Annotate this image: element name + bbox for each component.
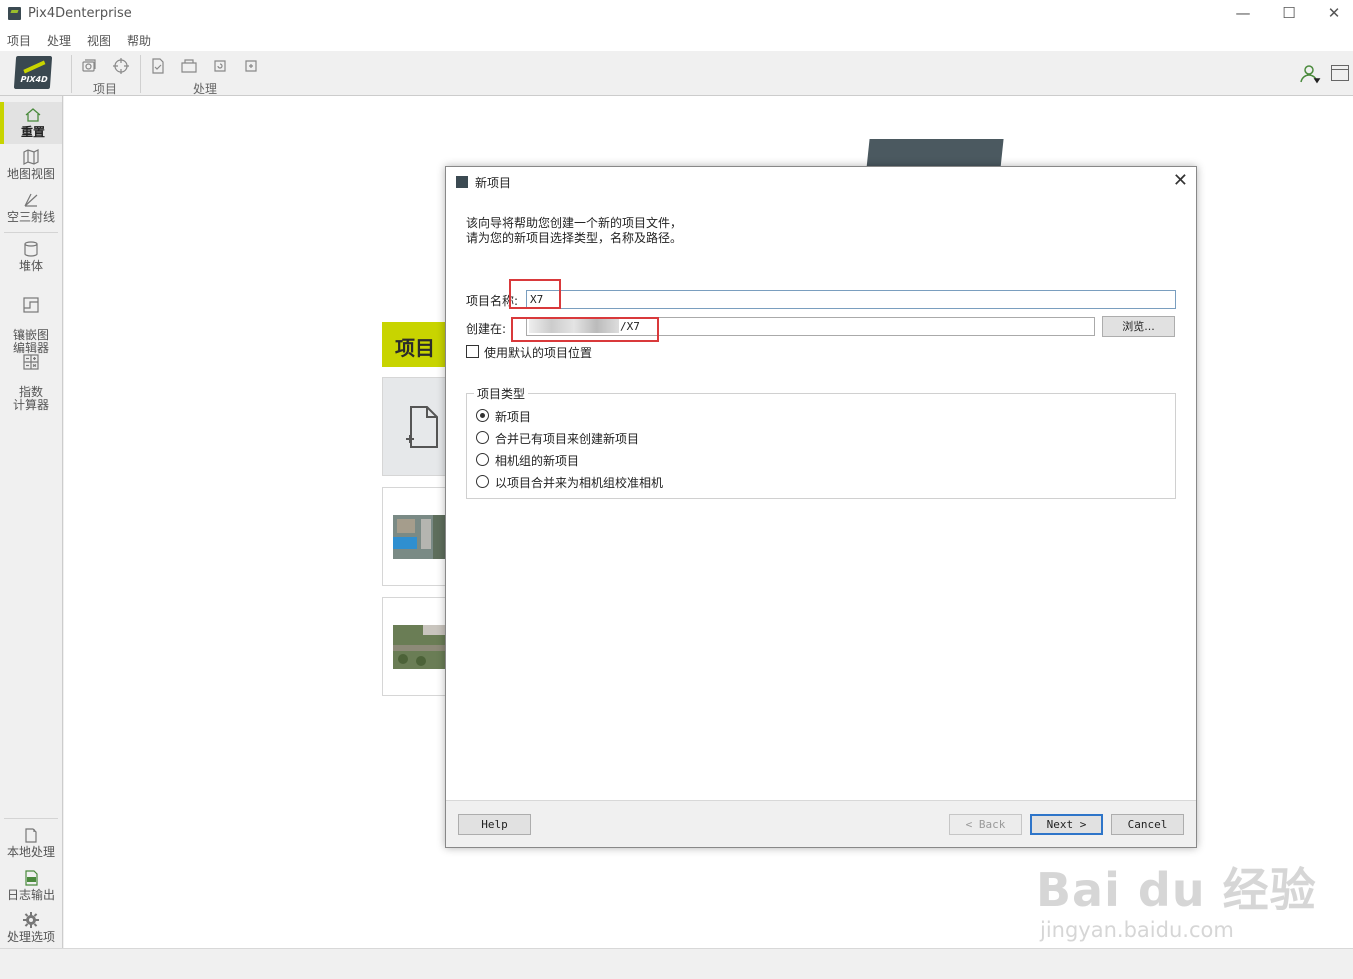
- title-bar: Pix4Denterprise — ☐ ✕: [0, 0, 1353, 28]
- recent-project-card[interactable]: [382, 597, 452, 696]
- toolbar: PIX4D 项目 处理: [0, 51, 1353, 96]
- browse-button[interactable]: 浏览...: [1102, 316, 1175, 337]
- sidebar-item-rays[interactable]: 空三射线: [0, 191, 62, 231]
- sidebar-item-map-view[interactable]: 地图视图: [0, 148, 62, 188]
- gear-icon: [23, 912, 39, 928]
- sidebar-item-label: 重置: [20, 125, 45, 139]
- sidebar-item-label: 本地处理: [6, 845, 55, 859]
- sidebar-item-reset[interactable]: 重置: [0, 102, 62, 144]
- app-icon: [8, 7, 21, 20]
- radio-label: 新项目: [495, 410, 532, 424]
- new-project-dialog: 新项目 ✕ 该向导将帮助您创建一个新的项目文件， 请为您的新项目选择类型，名称及…: [445, 166, 1197, 848]
- sidebar-item-label: 地图视图: [6, 167, 55, 181]
- aerial-thumbnail: [393, 515, 445, 559]
- sidebar-item-mosaic-editor[interactable]: 镶嵌图 编辑器: [0, 283, 62, 355]
- dialog-intro: 该向导将帮助您创建一个新的项目文件， 请为您的新项目选择类型，名称及路径。: [466, 216, 682, 246]
- help-button[interactable]: Help: [458, 814, 531, 835]
- cancel-button[interactable]: Cancel: [1111, 814, 1184, 835]
- window-title: Pix4Denterprise: [28, 6, 132, 21]
- close-window-button[interactable]: ✕: [1311, 2, 1353, 26]
- rays-icon: [24, 193, 38, 207]
- calculator-icon: [23, 354, 39, 370]
- sidebar-item-index-calculator[interactable]: 指数 计算器: [0, 340, 62, 412]
- menu-project[interactable]: 项目: [7, 32, 31, 49]
- sidebar-item-log[interactable]: 日志输出: [0, 869, 62, 907]
- back-button[interactable]: < Back: [949, 814, 1022, 835]
- sidebar-item-process-options[interactable]: 处理选项: [0, 911, 62, 949]
- annotation-box-location: [511, 317, 659, 342]
- project-section-label: 项目: [382, 322, 452, 367]
- sidebar-item-label: 日志输出: [6, 888, 55, 902]
- reload-icon[interactable]: [211, 57, 229, 75]
- intro-line-2: 请为您的新项目选择类型，名称及路径。: [466, 231, 683, 245]
- next-button[interactable]: Next >: [1030, 814, 1103, 835]
- menu-view[interactable]: 视图: [87, 32, 111, 49]
- radio-label: 相机组的新项目: [495, 454, 580, 468]
- toolbar-group-process: 处理: [193, 82, 218, 96]
- aerial-thumbnail: [393, 625, 445, 669]
- radio-label: 以项目合并来为相机组校准相机: [495, 476, 664, 490]
- home-icon: [25, 108, 41, 122]
- toolbar-group-project: 项目: [93, 82, 118, 96]
- sidebar-item-label: 空三射线: [6, 210, 55, 224]
- sidebar-item-local-process[interactable]: 本地处理: [0, 826, 62, 864]
- images-icon[interactable]: [80, 57, 98, 75]
- sidebar: 重置 地图视图 空三射线 堆体 镶嵌图 编辑器 指数 计算器 本地处理 日志输出…: [0, 96, 63, 948]
- radio-button[interactable]: [476, 453, 489, 466]
- local-process-icon: [25, 828, 37, 843]
- user-icon[interactable]: [1299, 63, 1321, 85]
- sidebar-item-volume[interactable]: 堆体: [0, 240, 62, 280]
- map-icon: [23, 149, 39, 165]
- default-location-label: 使用默认的项目位置: [484, 346, 593, 360]
- sidebar-divider: [4, 232, 58, 233]
- sidebar-divider: [4, 818, 58, 819]
- menu-help[interactable]: 帮助: [127, 32, 151, 49]
- minimize-button[interactable]: —: [1220, 2, 1266, 26]
- check-icon[interactable]: [149, 57, 167, 75]
- sidebar-item-label: 处理选项: [6, 930, 55, 944]
- menu-process[interactable]: 处理: [47, 32, 71, 49]
- background-banner: [866, 139, 1004, 169]
- status-bar: [0, 948, 1353, 979]
- project-type-title: 项目类型: [474, 385, 529, 402]
- radio-label: 合并已有项目来创建新项目: [495, 432, 640, 446]
- default-location-checkbox[interactable]: [466, 345, 479, 358]
- pix4d-logo: PIX4D: [13, 56, 53, 89]
- gcp-icon[interactable]: [112, 57, 130, 75]
- volume-icon: [24, 241, 38, 257]
- annotation-box-name: [509, 279, 561, 309]
- log-icon: [25, 870, 38, 886]
- sidebar-item-label: 堆体: [18, 259, 43, 273]
- radio-button[interactable]: [476, 475, 489, 488]
- dialog-footer: Help < Back Next > Cancel: [446, 800, 1196, 847]
- intro-line-1: 该向导将帮助您创建一个新的项目文件，: [466, 216, 683, 230]
- toolbar-separator: [71, 55, 72, 93]
- toolbar-separator: [140, 55, 141, 93]
- project-name-input[interactable]: X7: [526, 290, 1176, 309]
- menu-bar: 项目 处理 视图 帮助: [0, 28, 1353, 51]
- mosaic-icon: [23, 297, 39, 313]
- new-file-icon: [406, 406, 438, 448]
- dialog-title: 新项目: [475, 176, 512, 190]
- logo-text: PIX4D: [20, 75, 49, 84]
- open-folder-icon[interactable]: [180, 57, 198, 75]
- new-project-card[interactable]: [382, 377, 452, 476]
- sidebar-item-label: 指数 计算器: [12, 385, 49, 412]
- close-icon[interactable]: ✕: [1173, 170, 1188, 191]
- panel-toggle-icon[interactable]: [1331, 65, 1349, 81]
- radio-button[interactable]: [476, 409, 489, 422]
- maximize-button[interactable]: ☐: [1266, 2, 1312, 26]
- reprocess-icon[interactable]: [242, 57, 260, 75]
- location-label: 创建在:: [466, 322, 507, 336]
- recent-project-card[interactable]: [382, 487, 452, 586]
- radio-button[interactable]: [476, 431, 489, 444]
- dialog-app-icon: [456, 176, 468, 188]
